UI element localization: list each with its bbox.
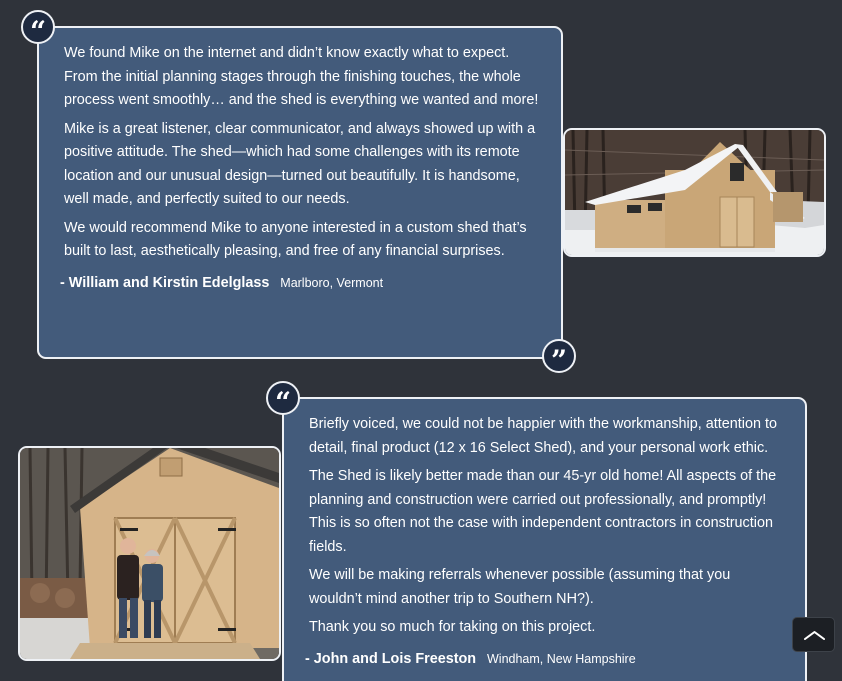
snowy-shed-image: [565, 130, 824, 255]
testimonial-paragraph: We would recommend Mike to anyone intere…: [64, 219, 527, 260]
author-location: Marlboro, Vermont: [280, 275, 384, 290]
testimonial-paragraph: The Shed is likely better made than our …: [309, 468, 777, 555]
testimonials-page: We found Mike on the internet and didn’t…: [0, 0, 842, 681]
testimonial-paragraph: We will be making referrals whenever pos…: [309, 567, 731, 607]
close-quote-icon: ”: [542, 339, 576, 377]
testimonial-paragraph: Thank you so much for taking on this pro…: [309, 619, 596, 635]
author-name: - John and Lois Freeston: [305, 650, 477, 667]
author-location: Windham, New Hampshire: [487, 651, 636, 666]
snowy-shed-photo: [563, 128, 826, 257]
couple-shed-image: [20, 448, 279, 659]
testimonial-signature: - John and Lois Freeston Windham, New Ha…: [305, 650, 785, 667]
open-quote-icon: “: [266, 381, 300, 419]
couple-with-shed-photo: [18, 446, 281, 661]
chevron-up-icon: [804, 631, 825, 640]
testimonial-card-2: Briefly voiced, we could not be happier …: [282, 397, 807, 681]
open-quote-icon: “: [21, 10, 55, 48]
testimonial-signature: - William and Kirstin Edelglass Marlboro…: [60, 274, 541, 291]
testimonial-paragraph: Briefly voiced, we could not be happier …: [309, 416, 777, 456]
testimonial-paragraph: Mike is a great listener, clear communic…: [64, 120, 536, 208]
back-to-top-button[interactable]: [792, 617, 835, 652]
testimonial-card-1: We found Mike on the internet and didn’t…: [37, 26, 563, 359]
author-name: - William and Kirstin Edelglass: [60, 274, 270, 291]
testimonial-paragraph: We found Mike on the internet and didn’t…: [64, 45, 539, 108]
